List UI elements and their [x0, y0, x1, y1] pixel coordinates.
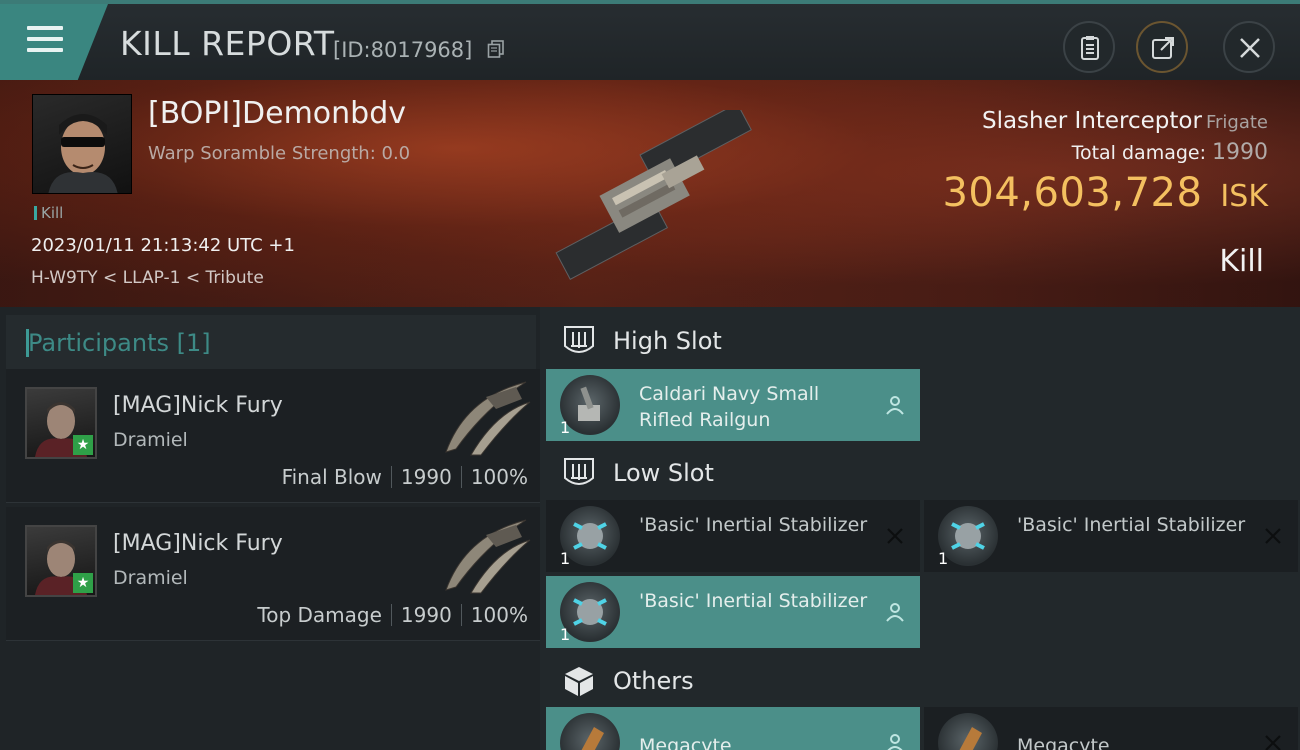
high-slot-icon [564, 326, 594, 353]
copy-icon[interactable] [487, 40, 505, 58]
participant-stats: Final Blow 1990 100% [282, 465, 528, 489]
star-badge-icon: ★ [73, 573, 93, 593]
high-slot-header: High Slot [540, 309, 1300, 371]
participant-stats: Top Damage 1990 100% [257, 603, 528, 627]
destroyed-x-icon [1265, 735, 1281, 750]
victim-name[interactable]: [BOPI]Demonbdv [148, 96, 406, 131]
item-name: Megacyte [639, 735, 732, 750]
page-title: KILL REPORT [120, 24, 335, 63]
isk-value: 304,603,728 [942, 170, 1203, 216]
clipboard-button[interactable] [1063, 21, 1115, 73]
fitting-item[interactable]: 1 'Basic' Inertial Stabilizer [546, 500, 920, 572]
total-damage: Total damage: 1990 [1072, 140, 1268, 165]
item-quantity: 1 [560, 549, 571, 568]
menu-button[interactable] [0, 4, 108, 80]
item-name: 'Basic' Inertial Stabilizer [639, 514, 868, 536]
participant-percent: 100% [470, 465, 528, 489]
participant-avatar[interactable]: ★ [25, 387, 97, 459]
participant-damage: 1990 [400, 603, 452, 627]
participant-ship-image[interactable] [426, 515, 532, 595]
fitting-item[interactable]: 1 'Basic' Inertial Stabilizer [924, 500, 1298, 572]
participant-row[interactable]: ★ [MAG]Nick Fury Dramiel Top Damage 1990 1… [6, 507, 540, 641]
title-bar: KILL REPORT [ID:8017968] [0, 0, 1300, 80]
cargo-box-icon [565, 667, 593, 696]
participant-role: Final Blow [281, 465, 382, 489]
report-id: [ID:8017968] [333, 38, 473, 62]
participants-header: Participants [1] [6, 315, 536, 369]
participant-ship-image[interactable] [426, 377, 532, 457]
participant-damage: 1990 [400, 465, 452, 489]
item-name: 'Basic' Inertial Stabilizer [1017, 514, 1246, 536]
low-slot-header: Low Slot [540, 441, 1300, 503]
item-quantity: 1 [560, 625, 571, 644]
megacyte-icon [938, 713, 998, 750]
victim-ship-image[interactable] [520, 110, 780, 280]
high-slot-title: High Slot [613, 327, 722, 355]
victim-ship[interactable]: Slasher Interceptor Frigate [982, 108, 1268, 134]
others-header: Others [540, 649, 1300, 711]
victim-ship-name: Slasher Interceptor [981, 108, 1202, 134]
megacyte-icon [560, 713, 620, 750]
fitting-item[interactable]: Megacyte [924, 707, 1298, 750]
fitting-item[interactable]: Megacyte [546, 707, 920, 750]
victim-avatar[interactable] [32, 94, 132, 194]
clipboard-icon [1081, 36, 1099, 60]
close-button[interactable] [1223, 21, 1275, 73]
low-slot-title: Low Slot [613, 459, 714, 487]
low-slot-icon [564, 458, 594, 485]
dropped-person-icon [887, 734, 903, 750]
star-badge-icon: ★ [73, 435, 93, 455]
participant-ship[interactable]: Dramiel [113, 567, 188, 589]
participants-title: Participants [1] [28, 329, 211, 357]
isk-unit: ISK [1220, 179, 1268, 214]
victim-ship-class: Frigate [1205, 112, 1268, 133]
participant-name[interactable]: [MAG]Nick Fury [113, 393, 283, 418]
hamburger-menu-icon [27, 26, 63, 54]
destroyed-x-icon [1265, 528, 1281, 544]
item-name: Caldari Navy Small Rifled Railgun [639, 383, 820, 431]
item-name: Megacyte [1017, 735, 1110, 750]
fitting-item[interactable]: 1 'Basic' Inertial Stabilizer [546, 576, 920, 648]
destroyed-x-icon [887, 528, 903, 544]
fitting-item[interactable]: 1 Caldari Navy Small Rifled Railgun [546, 369, 920, 441]
victim-banner: [BOPI]Demonbdv Warp Soramble Strength: 0… [0, 80, 1300, 307]
dropped-person-icon [886, 603, 904, 622]
participant-percent: 100% [470, 603, 528, 627]
participant-role: Top Damage [257, 603, 382, 627]
close-icon [1240, 38, 1260, 58]
others-title: Others [613, 667, 694, 695]
item-quantity: 1 [938, 549, 949, 568]
share-button[interactable] [1136, 21, 1188, 73]
dropped-person-icon [886, 396, 904, 415]
participant-name[interactable]: [MAG]Nick Fury [113, 531, 283, 556]
participant-ship[interactable]: Dramiel [113, 429, 188, 451]
total-damage-label: Total damage: [1071, 142, 1206, 164]
item-quantity: 1 [560, 418, 571, 437]
total-damage-value: 1990 [1212, 140, 1268, 165]
fitting-panel: High Slot 1 Caldari Navy Small Rifled Ra… [540, 307, 1300, 750]
share-icon [1152, 37, 1174, 59]
isk-value-line: 304,603,728 ISK [942, 170, 1268, 216]
kill-tag: Kill [34, 204, 63, 222]
warp-scramble-strength: Warp Soramble Strength: 0.0 [148, 143, 411, 164]
participants-panel: Participants [1] ★ [MAG]Nick Fury Dramie… [0, 307, 540, 750]
result-label: Kill [1219, 244, 1264, 279]
item-name: 'Basic' Inertial Stabilizer [639, 590, 868, 612]
kill-location[interactable]: H-W9TY < LLAP-1 < Tribute [31, 268, 264, 288]
kill-timestamp: 2023/01/11 21:13:42 UTC +1 [31, 235, 295, 256]
participant-row[interactable]: ★ [MAG]Nick Fury Dramiel Final Blow 1990 1… [6, 369, 540, 503]
participant-avatar[interactable]: ★ [25, 525, 97, 597]
